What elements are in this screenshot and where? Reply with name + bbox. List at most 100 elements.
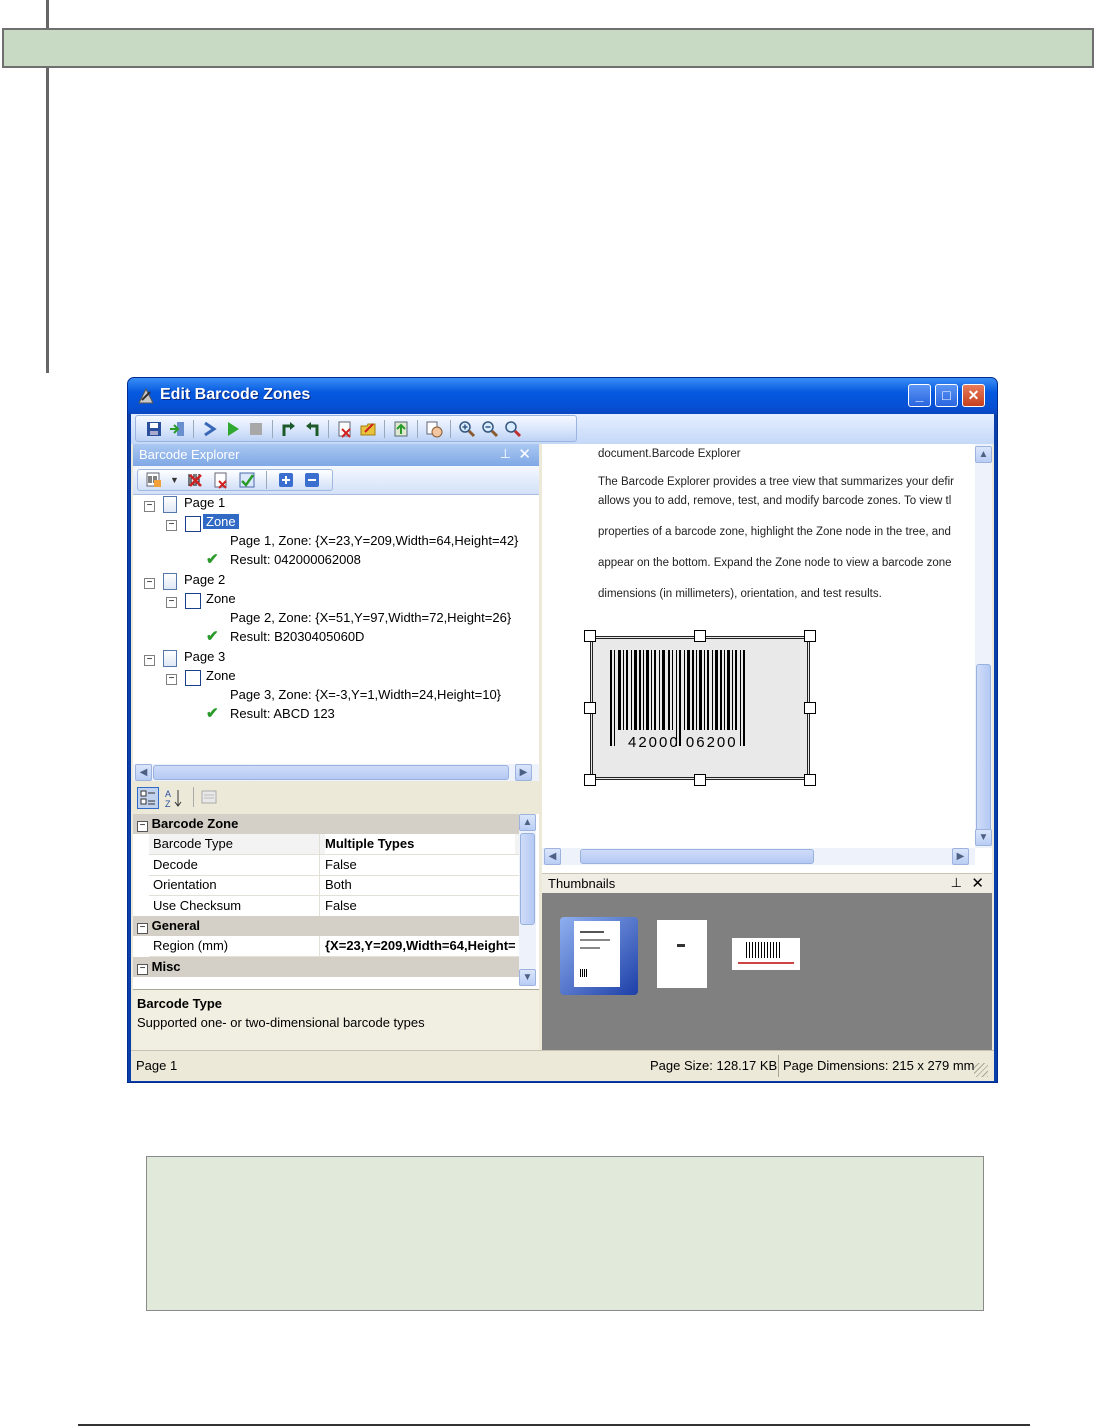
tree-node-zone-detail[interactable]: Page 2, Zone: {X=51,Y=97,Width=72,Height… <box>230 609 511 627</box>
resize-handle[interactable] <box>694 774 706 786</box>
property-grid-scrollbar[interactable]: ▲ ▼ <box>519 814 536 986</box>
panel-close-icon[interactable]: ✕ <box>518 445 531 463</box>
zoom-fit-icon[interactable] <box>503 419 523 439</box>
category-barcode-zone[interactable]: − Barcode Zone <box>133 814 519 834</box>
run-icon[interactable] <box>223 419 243 439</box>
tree-node-zone[interactable]: Zone <box>203 513 239 531</box>
expand-all-icon[interactable] <box>276 470 296 490</box>
collapse-toggle-icon[interactable]: − <box>144 655 155 666</box>
scroll-left-icon[interactable]: ◀ <box>135 764 152 781</box>
resize-grip-icon[interactable] <box>974 1063 988 1077</box>
collapse-toggle-icon[interactable]: − <box>166 520 177 531</box>
delete-page-icon[interactable] <box>335 419 355 439</box>
remove-zone-icon[interactable] <box>185 470 205 490</box>
tree-node-zone[interactable]: Zone <box>206 590 236 608</box>
zoom-in-icon[interactable] <box>457 419 477 439</box>
document-vertical-scrollbar[interactable]: ▲ ▼ <box>975 444 992 848</box>
document-horizontal-scrollbar[interactable]: ◀ ▶ <box>542 848 975 865</box>
tree-node-page[interactable]: Page 2 <box>184 571 225 589</box>
rotate-right-icon[interactable] <box>302 419 322 439</box>
property-row[interactable]: Use Checksum False <box>149 896 519 917</box>
scroll-right-icon[interactable]: ▶ <box>952 848 969 865</box>
toolbar-band <box>131 414 994 444</box>
collapse-toggle-icon[interactable]: − <box>137 964 148 975</box>
barcode-zone[interactable]: 42000 06200 <box>584 630 816 786</box>
dropdown-arrow-icon[interactable]: ▼ <box>170 475 179 485</box>
tree-horizontal-scrollbar[interactable]: ◀ ▶ <box>133 764 539 781</box>
add-zone-icon[interactable] <box>144 470 164 490</box>
property-pages-icon[interactable] <box>199 787 221 809</box>
save-icon[interactable] <box>144 419 164 439</box>
tree-node-page[interactable]: Page 3 <box>184 648 225 666</box>
property-row[interactable]: Region (mm) {X=23,Y=209,Width=64,Height=4… <box>149 936 519 957</box>
document-view[interactable]: document.Barcode Explorer The Barcode Ex… <box>542 444 975 848</box>
maximize-button[interactable]: □ <box>935 384 958 407</box>
thumbnail-page-1[interactable] <box>560 917 638 995</box>
tree-node-zone-detail[interactable]: Page 3, Zone: {X=-3,Y=1,Width=24,Height=… <box>230 686 501 704</box>
property-value[interactable]: Multiple Types <box>325 834 515 854</box>
collapse-toggle-icon[interactable]: − <box>144 501 155 512</box>
pin-icon[interactable]: ⊥ <box>951 875 962 891</box>
scroll-right-icon[interactable]: ▶ <box>515 764 532 781</box>
tree-node-result[interactable]: Result: B2030405060D <box>230 628 364 646</box>
scroll-thumb[interactable] <box>153 765 509 780</box>
collapse-toggle-icon[interactable]: − <box>166 674 177 685</box>
property-value[interactable]: False <box>325 855 515 875</box>
scroll-thumb[interactable] <box>580 849 814 864</box>
category-general[interactable]: − General <box>133 916 519 936</box>
thumbnail-page-3[interactable] <box>732 938 800 970</box>
import-icon[interactable] <box>391 419 411 439</box>
test-zone-icon[interactable] <box>237 470 257 490</box>
description-title: Barcode Type <box>137 996 223 1011</box>
property-value[interactable]: False <box>325 896 515 916</box>
check-icon: ✔ <box>206 551 219 568</box>
tree-node-zone[interactable]: Zone <box>206 667 236 685</box>
tree-node-page[interactable]: Page 1 <box>184 494 225 512</box>
resize-handle[interactable] <box>804 774 816 786</box>
collapse-all-icon[interactable] <box>302 470 322 490</box>
pin-icon[interactable]: ⊥ <box>500 446 511 462</box>
scroll-thumb[interactable] <box>976 664 991 834</box>
categorized-icon[interactable] <box>137 787 159 809</box>
property-value[interactable]: Both <box>325 875 515 895</box>
clear-zones-icon[interactable] <box>211 470 231 490</box>
scroll-down-icon[interactable]: ▼ <box>975 829 992 846</box>
scroll-up-icon[interactable]: ▲ <box>519 814 536 831</box>
open-icon[interactable] <box>358 419 378 439</box>
property-row[interactable]: Decode False <box>149 855 519 876</box>
thumbnail-line <box>580 939 610 941</box>
rotate-left-icon[interactable] <box>279 419 299 439</box>
collapse-toggle-icon[interactable]: − <box>137 821 148 832</box>
scroll-left-icon[interactable]: ◀ <box>544 848 561 865</box>
scroll-thumb[interactable] <box>520 833 535 925</box>
tree-node-result[interactable]: Result: ABCD 123 <box>230 705 335 723</box>
title-bar[interactable]: Edit Barcode Zones _ □ ✕ <box>128 378 997 414</box>
pan-icon[interactable] <box>424 419 444 439</box>
next-icon[interactable] <box>200 419 220 439</box>
scroll-down-icon[interactable]: ▼ <box>519 969 536 986</box>
resize-handle[interactable] <box>694 630 706 642</box>
close-button[interactable]: ✕ <box>962 384 985 407</box>
collapse-toggle-icon[interactable]: − <box>137 923 148 934</box>
minimize-button[interactable]: _ <box>908 384 931 407</box>
stop-icon[interactable] <box>246 419 266 439</box>
collapse-toggle-icon[interactable]: − <box>144 578 155 589</box>
property-row[interactable]: Orientation Both <box>149 875 519 896</box>
resize-handle[interactable] <box>584 702 596 714</box>
scroll-up-icon[interactable]: ▲ <box>975 446 992 463</box>
zoom-out-icon[interactable] <box>480 419 500 439</box>
tree-node-zone-detail[interactable]: Page 1, Zone: {X=23,Y=209,Width=64,Heigh… <box>230 532 518 550</box>
category-misc[interactable]: − Misc <box>133 957 519 977</box>
thumbnail-page-2[interactable] <box>657 920 707 988</box>
resize-handle[interactable] <box>804 630 816 642</box>
resize-handle[interactable] <box>804 702 816 714</box>
panel-close-icon[interactable]: ✕ <box>971 874 984 892</box>
exit-icon[interactable] <box>167 419 187 439</box>
resize-handle[interactable] <box>584 774 596 786</box>
collapse-toggle-icon[interactable]: − <box>166 597 177 608</box>
property-row[interactable]: Barcode Type Multiple Types <box>149 834 519 855</box>
tree-node-result[interactable]: Result: 042000062008 <box>230 551 361 569</box>
sort-alphabetical-icon[interactable]: AZ <box>163 787 185 809</box>
resize-handle[interactable] <box>584 630 596 642</box>
property-value[interactable]: {X=23,Y=209,Width=64,Height=42} <box>325 936 515 956</box>
